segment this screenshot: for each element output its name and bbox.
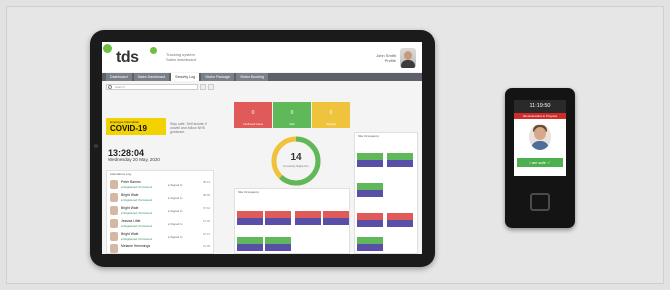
- tab-visitor-booking[interactable]: Visitor Booking: [236, 73, 268, 81]
- search-placeholder: Search: [115, 85, 125, 89]
- stat-card-safe[interactable]: 0 Safe: [273, 102, 311, 128]
- user-info[interactable]: John Smith Profile: [376, 53, 396, 63]
- reader-topbar: 11:19:50: [514, 100, 566, 113]
- row-name: Bright Wale: [121, 193, 139, 197]
- avatar: [110, 180, 118, 189]
- zone-card[interactable]: [237, 211, 263, 225]
- tab-bar: Dashboard Sales Dashboard Security Log V…: [102, 73, 422, 81]
- zone-card[interactable]: [237, 237, 263, 251]
- zone-card[interactable]: [387, 213, 413, 227]
- tablet-screen: tds Tracking system Sales dashboard John…: [102, 42, 422, 254]
- avatar: [110, 206, 118, 215]
- table-row[interactable]: Melanie Hemmings 07:05: [110, 243, 212, 254]
- row-sub: ● Registered, Permanent: [121, 198, 153, 202]
- stat-label: Isolating: [326, 123, 336, 126]
- reader-device: 11:19:50 Site Evacuation in Progress I a…: [505, 88, 575, 228]
- row-name: Peter Barnes: [121, 180, 141, 184]
- clock-date: Wednesday 20 May, 2020: [108, 157, 160, 162]
- row-status: ● Signed In: [168, 196, 183, 200]
- zone-card[interactable]: [357, 153, 383, 167]
- table-row[interactable]: Peter Barnes ● Registered, Permanent ● S…: [110, 179, 212, 191]
- stat-label: Safe: [289, 123, 295, 126]
- row-time: 08:06: [203, 193, 210, 197]
- tab-visitor-package[interactable]: Visitor Package: [201, 73, 235, 81]
- attendance-title: Attendance Log: [110, 172, 132, 176]
- fingerprint-sensor-icon[interactable]: [530, 193, 550, 211]
- person-photo: [529, 124, 551, 150]
- stat-count: 0: [290, 110, 294, 116]
- app-logo: tds: [116, 49, 139, 66]
- row-name: Melanie Hemmings: [121, 244, 151, 248]
- donut-value: 14: [290, 152, 302, 163]
- avatar: [110, 244, 118, 253]
- stat-label: Confirmed Cases: [242, 123, 264, 126]
- tab-dashboard[interactable]: Dashboard: [106, 73, 132, 81]
- stat-card-isolating[interactable]: 0 Isolating: [312, 102, 350, 128]
- occupancy-panel-middle: Site Occupancy: [234, 188, 350, 254]
- row-status: ● Signed In: [168, 235, 183, 239]
- row-sub: ● Registered, Permanent: [121, 211, 153, 215]
- app-header: tds Tracking system Sales dashboard John…: [102, 42, 422, 72]
- avatar: [110, 193, 118, 202]
- row-sub: ● Registered, Permanent: [121, 224, 153, 228]
- logo-badge-icon: [150, 47, 157, 54]
- avatar: [110, 232, 118, 241]
- tablet-device: tds Tracking system Sales dashboard John…: [90, 30, 435, 267]
- row-time: 07:36: [203, 219, 210, 223]
- reader-screen: 11:19:50 Site Evacuation in Progress I a…: [514, 100, 566, 176]
- stat-count: 0: [251, 110, 255, 116]
- zone-card[interactable]: [265, 237, 291, 251]
- row-sub: ● Registered, Permanent: [121, 237, 153, 241]
- filter-button[interactable]: [200, 84, 206, 90]
- i-am-safe-button[interactable]: I am safe ✓: [517, 158, 563, 167]
- row-status: ● Signed In: [168, 209, 183, 213]
- panel-title: Site Occupancy: [238, 190, 260, 194]
- avatar: [110, 219, 118, 228]
- tablet-camera: [94, 144, 98, 148]
- row-name: Jessica Little: [121, 219, 141, 223]
- tab-security-log[interactable]: Security Log: [171, 73, 200, 81]
- tab-sales-dashboard[interactable]: Sales Dashboard: [133, 73, 170, 81]
- table-row[interactable]: Bright Wale ● Registered, Permanent ● Si…: [110, 192, 212, 204]
- table-row[interactable]: Bright Wale ● Registered, Permanent ● Si…: [110, 205, 212, 217]
- donut-label: Currently Signed In: [283, 164, 309, 168]
- refresh-button[interactable]: [208, 84, 214, 90]
- stat-card-confirmed[interactable]: 0 Confirmed Cases: [234, 102, 272, 128]
- table-row[interactable]: Bright Wale ● Registered, Permanent ● Si…: [110, 231, 212, 243]
- occupancy-panel-right: Site Occupancy: [354, 132, 418, 254]
- app-subtitle: Tracking system Sales dashboard: [166, 52, 197, 62]
- zone-card[interactable]: [357, 183, 383, 197]
- panel-title: Site Occupancy: [358, 134, 380, 138]
- search-icon: [108, 85, 112, 89]
- zone-card[interactable]: [265, 211, 291, 225]
- search-input[interactable]: Search: [106, 84, 198, 90]
- status-dot-icon: [103, 44, 112, 53]
- row-time: 07:42: [203, 206, 210, 210]
- zone-card[interactable]: [323, 211, 349, 225]
- row-name: Bright Wale: [121, 232, 139, 236]
- table-row[interactable]: Jessica Little ● Registered, Permanent ●…: [110, 218, 212, 230]
- row-time: 07:05: [203, 244, 210, 248]
- attendance-panel: Attendance Log Peter Barnes ● Registered…: [106, 170, 214, 254]
- evacuation-alert: Site Evacuation in Progress: [514, 113, 566, 119]
- zone-card[interactable]: [387, 153, 413, 167]
- zone-card[interactable]: [357, 213, 383, 227]
- reader-time: 11:19:50: [529, 103, 551, 109]
- user-avatar[interactable]: [400, 48, 416, 68]
- row-time: 08:13: [203, 180, 210, 184]
- stat-count: 0: [329, 110, 333, 116]
- row-status: ● Signed In: [168, 183, 183, 187]
- occupancy-donut: 14 Currently Signed In: [269, 134, 323, 188]
- row-sub: ● Registered, Permanent: [121, 185, 153, 189]
- covid-note: Stay safe. Self-isolate if unwell and fo…: [170, 122, 207, 134]
- zone-card[interactable]: [295, 211, 321, 225]
- zone-card[interactable]: [357, 237, 383, 251]
- row-status: ● Signed In: [168, 222, 183, 226]
- row-time: 07:21: [203, 232, 210, 236]
- covid-banner[interactable]: Employee Information COVID-19: [106, 118, 166, 135]
- row-name: Bright Wale: [121, 206, 139, 210]
